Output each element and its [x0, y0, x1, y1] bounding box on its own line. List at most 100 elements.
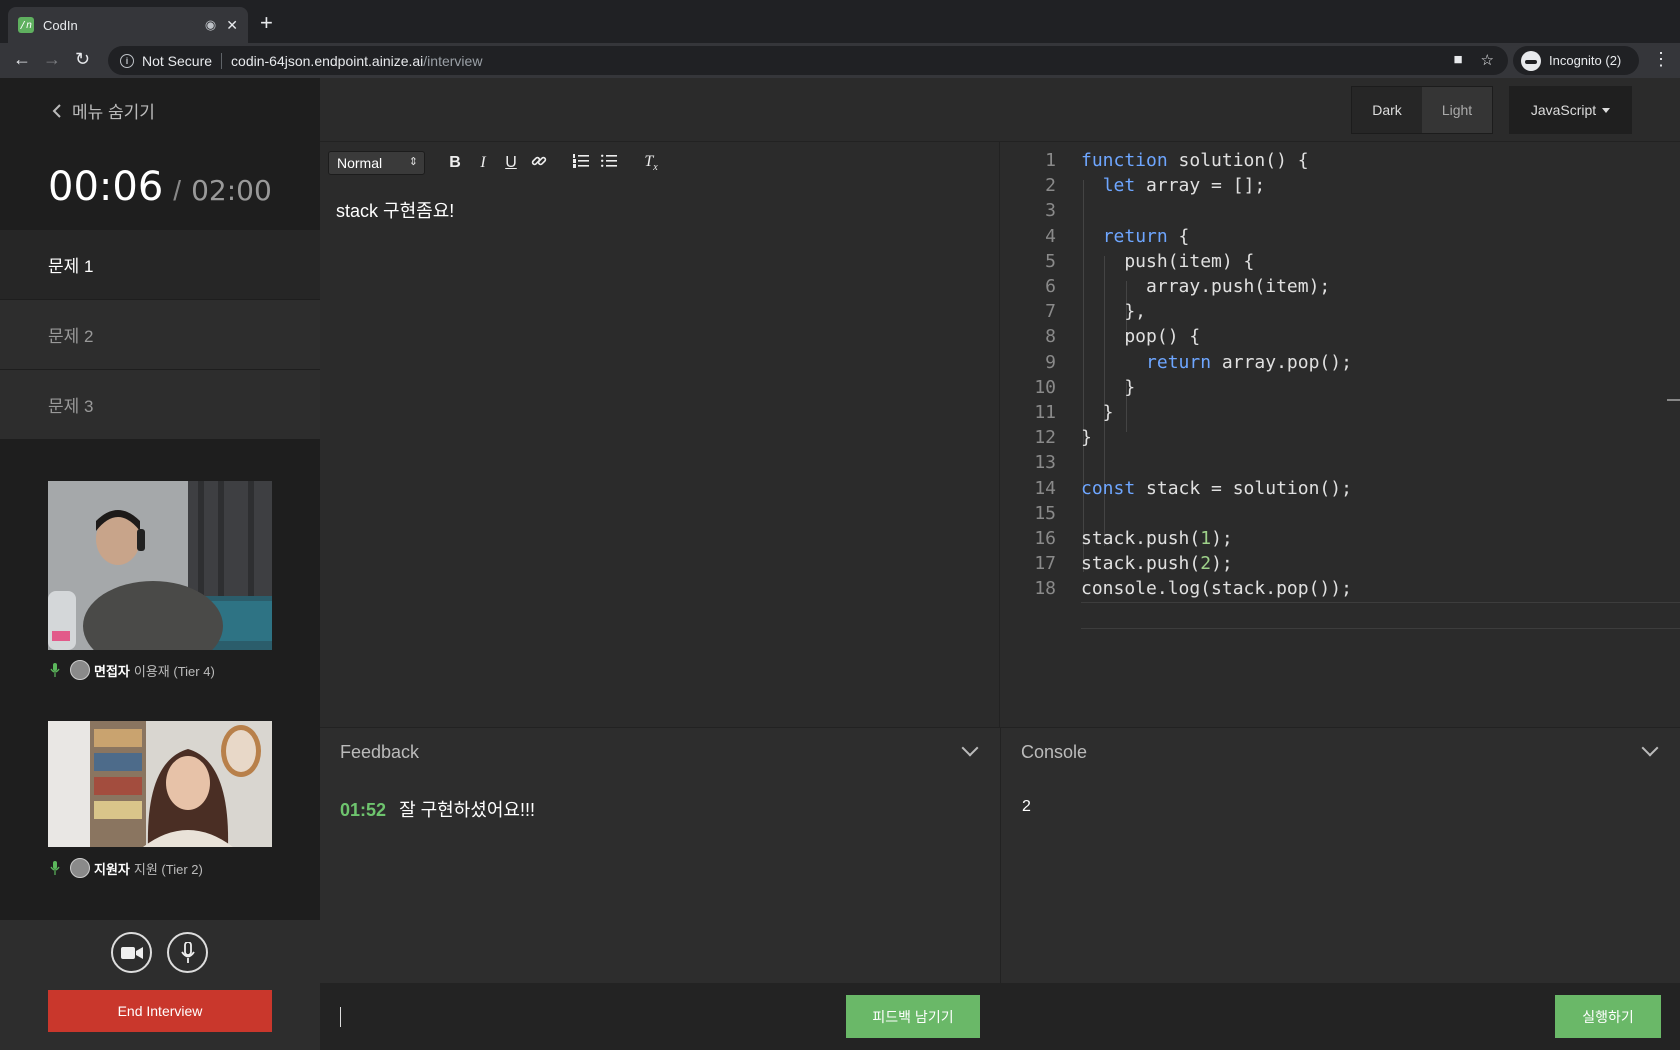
code-editor[interactable]: 1 function solution() {2 let array = []; 3… [1001, 142, 1680, 727]
code-text[interactable]: pop() { [1081, 323, 1200, 350]
language-dropdown[interactable]: JavaScript [1509, 86, 1632, 134]
line-number: 8 [1045, 326, 1056, 348]
code-text[interactable]: push(item) { [1081, 248, 1254, 275]
participant-name: 지원 (Tier 2) [133, 861, 203, 877]
code-line[interactable]: 1 function solution() { [1001, 147, 1680, 174]
line-number: 10 [1034, 376, 1056, 398]
leave-feedback-button[interactable]: 피드백 남기기 [846, 995, 980, 1038]
code-line[interactable]: 5 push(item) { [1001, 248, 1680, 275]
participant-role: 지원자 [94, 861, 130, 877]
line-number: 11 [1034, 402, 1056, 423]
new-tab-icon[interactable]: + [260, 10, 273, 36]
code-text[interactable]: } [1081, 374, 1135, 401]
code-line[interactable]: 7 }, [1001, 298, 1680, 325]
reload-icon[interactable]: ↻ [75, 49, 90, 70]
back-icon[interactable]: ← [13, 49, 31, 70]
candidate-video [48, 721, 272, 847]
feedback-input-bar[interactable]: 피드백 남기기 실행하기 [320, 983, 1680, 1050]
code-text[interactable]: return array.pop(); [1081, 349, 1352, 376]
run-button[interactable]: 실행하기 [1555, 995, 1661, 1038]
code-text[interactable]: function solution() { [1081, 147, 1309, 174]
code-line[interactable]: 18 console.log(stack.pop()); [1001, 575, 1680, 602]
avatar [70, 660, 90, 680]
rich-text-toolbar: Normal B I U Tx [328, 151, 665, 175]
problem-tab-1[interactable]: 문제 1 [0, 230, 320, 300]
code-text[interactable]: const stack = solution(); [1081, 475, 1352, 502]
code-line[interactable]: 11 } [1001, 399, 1680, 426]
code-line[interactable]: 16 stack.push(1); [1001, 525, 1680, 552]
code-text[interactable]: stack.push(2); [1081, 550, 1233, 577]
code-line[interactable]: 17 stack.push(2); [1001, 550, 1680, 577]
code-text[interactable]: } [1081, 399, 1114, 426]
line-number: 15 [1034, 502, 1056, 524]
sidebar-footer: End Interview [0, 920, 320, 1050]
forward-icon[interactable]: → [43, 49, 61, 70]
ordered-list-icon[interactable] [567, 153, 595, 173]
hide-menu-button[interactable]: 메뉴 숨기기 [52, 98, 155, 123]
participant-name: 이용재 (Tier 4) [133, 663, 215, 679]
close-tab-icon[interactable]: ✕ [226, 17, 238, 34]
problem-tab-2[interactable]: 문제 2 [0, 300, 320, 370]
mic-active-icon [50, 861, 60, 875]
code-text[interactable]: console.log(stack.pop()); [1081, 575, 1352, 602]
theme-dark-button[interactable]: Dark [1352, 87, 1422, 133]
code-line[interactable]: 2 let array = []; [1001, 172, 1680, 199]
problem-tab-3[interactable]: 문제 3 [0, 370, 320, 440]
chevron-down-icon[interactable] [961, 739, 979, 757]
browser-tab[interactable]: /n CodIn ◉ ✕ [8, 7, 248, 43]
profile-label: Incognito (2) [1549, 53, 1622, 68]
bookmark-star-icon[interactable]: ☆ [1481, 51, 1494, 69]
clear-format-icon[interactable]: Tx [637, 153, 665, 173]
incognito-icon [1521, 50, 1541, 71]
interviewer-video [48, 481, 272, 650]
code-line[interactable]: 14 const stack = solution(); [1001, 475, 1680, 502]
chevron-down-icon[interactable] [1641, 739, 1659, 757]
line-number: 9 [1045, 351, 1056, 373]
end-interview-button[interactable]: End Interview [48, 990, 272, 1032]
code-line[interactable]: 9 return array.pop(); [1001, 349, 1680, 376]
code-line[interactable]: 8 pop() { [1001, 323, 1680, 350]
code-text[interactable]: } [1081, 424, 1092, 451]
feedback-time: 01:52 [340, 800, 387, 820]
code-line[interactable]: 15 [1001, 500, 1680, 527]
console-output: 2 [1022, 798, 1031, 815]
code-line[interactable]: 6 array.push(item); [1001, 273, 1680, 300]
info-icon[interactable]: i [120, 53, 134, 68]
code-text[interactable]: stack.push(1); [1081, 525, 1233, 552]
browser-menu-icon[interactable]: ⋮ [1652, 49, 1670, 70]
problem-text[interactable]: stack 구현좀요! [336, 197, 454, 223]
line-number: 6 [1045, 276, 1056, 297]
theme-light-button[interactable]: Light [1422, 87, 1492, 133]
problem-editor[interactable]: Normal B I U Tx stack 구현좀요! [320, 142, 1000, 727]
code-line[interactable]: 4 return { [1001, 223, 1680, 250]
timer: 00:06 / 02:00 [48, 164, 272, 210]
code-line[interactable]: 10 } [1001, 374, 1680, 401]
link-icon[interactable] [525, 153, 553, 174]
camera-icon[interactable]: ■ [1453, 51, 1462, 69]
scrollbar-marker[interactable] [1667, 399, 1680, 401]
language-label: JavaScript [1530, 102, 1597, 118]
italic-icon[interactable]: I [469, 154, 497, 172]
line-number: 2 [1045, 175, 1056, 197]
feedback-panel: Feedback 01:52 잘 구현하셨어요!!! [320, 727, 1001, 983]
code-text[interactable]: }, [1081, 298, 1146, 325]
bullet-list-icon[interactable] [595, 154, 623, 173]
bold-icon[interactable]: B [441, 154, 469, 172]
code-text[interactable]: array.push(item); [1081, 273, 1330, 300]
code-line[interactable]: 13 [1001, 449, 1680, 476]
app-root: /n CodIn ◉ ✕ + ← → ↻ i Not Secure codin-… [0, 0, 1680, 1050]
code-line[interactable]: 12} [1001, 424, 1680, 451]
text-caret [340, 1007, 341, 1027]
profile-button[interactable]: Incognito (2) [1513, 46, 1639, 75]
address-bar[interactable]: i Not Secure codin-64json.endpoint.ainiz… [108, 46, 1508, 75]
code-line[interactable]: 3 [1001, 197, 1680, 224]
mic-toggle-button[interactable] [167, 932, 208, 973]
omnibox-actions: ■ ☆ [1453, 51, 1494, 69]
camera-toggle-button[interactable] [111, 932, 152, 973]
line-number: 5 [1045, 250, 1056, 272]
format-select[interactable]: Normal [328, 151, 425, 175]
line-number: 1 [1045, 150, 1056, 171]
underline-icon[interactable]: U [497, 154, 525, 172]
code-text[interactable]: return { [1081, 223, 1190, 250]
code-text[interactable]: let array = []; [1081, 172, 1266, 199]
